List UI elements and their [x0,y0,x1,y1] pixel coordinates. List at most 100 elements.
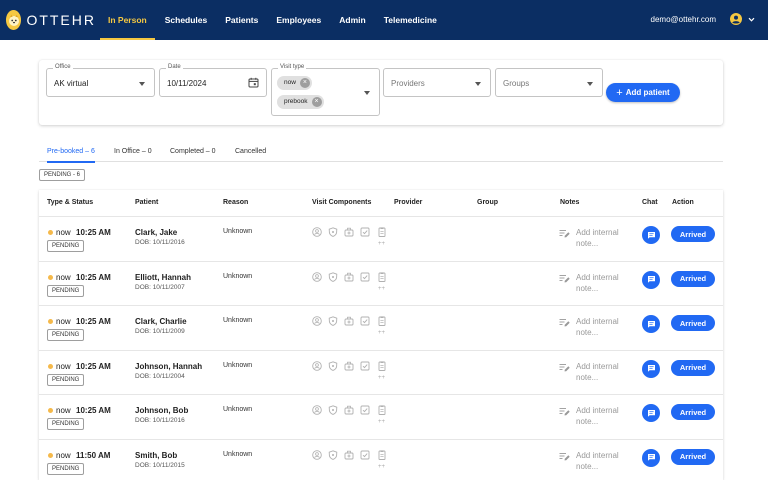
tab-in-office[interactable]: In Office – 0 [114,140,152,162]
tab-cancelled[interactable]: Cancelled [235,140,266,162]
checkbox-icon[interactable] [360,316,370,326]
internal-note-input[interactable]: Add internal note... [576,450,632,472]
chat-button[interactable] [642,270,660,289]
patient-name[interactable]: Clark, Jake [135,228,177,237]
clipboard-icon[interactable] [377,227,387,237]
clipboard-icon[interactable] [377,316,387,326]
checkbox-icon[interactable] [360,361,370,371]
edit-note-icon [559,452,570,460]
briefcase-icon[interactable] [344,272,354,282]
internal-note-input[interactable]: Add internal note... [576,272,632,294]
providers-select[interactable]: Providers [383,68,491,97]
briefcase-icon[interactable] [344,405,354,415]
appointment-time: 10:25 AM [76,361,111,371]
chat-button[interactable] [642,226,660,244]
patient-dob: DOB: 10/11/2015 [135,461,185,469]
user-check-icon[interactable] [312,316,322,326]
shield-icon[interactable] [328,227,338,237]
user-check-icon[interactable] [312,227,322,237]
nav-item-admin[interactable]: Admin [331,0,373,40]
patient-name[interactable]: Elliott, Hannah [135,273,191,282]
logo-badge-icon [6,10,22,30]
calendar-icon[interactable] [248,77,259,88]
shield-icon[interactable] [328,316,338,326]
arrived-button[interactable]: Arrived [671,404,715,420]
chat-icon [647,365,655,372]
checkbox-icon[interactable] [360,450,370,460]
shield-icon[interactable] [328,449,338,460]
arrived-button[interactable]: Arrived [671,226,715,242]
internal-note-input[interactable]: Add internal note... [576,227,632,249]
briefcase-icon[interactable] [344,227,354,237]
office-select[interactable]: Office AK virtual [46,64,155,97]
nav-item-patients[interactable]: Patients [217,0,266,40]
office-value: AK virtual [54,79,89,88]
appointments-table: Type & Status Patient Reason Visit Compo… [39,190,723,480]
patient-name[interactable]: Smith, Bob [135,451,177,460]
clipboard-icon[interactable] [377,271,387,282]
chat-button[interactable] [642,448,660,467]
table-row[interactable]: now 10:25 AM PENDING Johnson, Bob DOB: 10/11… [39,395,723,440]
tab-completed[interactable]: Completed – 0 [170,140,216,162]
checkbox-icon[interactable] [360,405,370,415]
table-row[interactable]: now 10:25 AM PENDING Clark, Charlie DOB: 10/… [39,306,723,351]
table-row[interactable]: now 10:25 AM PENDING Elliott, Hannah DOB: 10… [39,262,723,306]
briefcase-icon[interactable] [344,316,354,326]
arrived-button[interactable]: Arrived [671,448,715,465]
user-check-icon[interactable] [312,360,322,371]
internal-note-input[interactable]: Add internal note... [576,405,632,427]
chip-remove-icon[interactable]: × [299,78,310,88]
nav-item-schedules[interactable]: Schedules [157,0,216,40]
date-value: 10/11/2024 [167,79,207,88]
user-check-icon[interactable] [312,271,322,282]
user-check-icon[interactable] [312,449,322,460]
chat-button[interactable] [642,359,660,378]
patient-name[interactable]: Johnson, Bob [135,406,188,415]
patient-name[interactable]: Johnson, Hannah [135,362,202,371]
column-header-chat: Chat [642,199,658,206]
visit-type-select[interactable]: Visit type now × prebook × [271,64,380,116]
table-row[interactable]: now 10:25 AM PENDING Clark, Jake DOB: 10/11/… [39,217,723,262]
briefcase-icon[interactable] [344,361,354,371]
chevron-down-icon[interactable] [748,16,755,23]
table-row[interactable]: now 10:25 AM PENDING Johnson, Hannah DOB: 10… [39,351,723,395]
edit-note-icon [559,319,570,327]
date-field[interactable]: Date 10/11/2024 [159,64,267,97]
visit-type-chip-prebook[interactable]: prebook × [277,95,324,109]
pending-group-chip[interactable]: PENDING - 6 [39,169,86,181]
groups-select[interactable]: Groups [495,68,603,97]
checkbox-icon[interactable] [360,272,370,282]
edit-note-icon [559,274,570,282]
user-check-icon[interactable] [312,405,322,415]
shield-icon[interactable] [328,271,338,282]
internal-note-input[interactable]: Add internal note... [576,361,632,383]
arrived-button[interactable]: Arrived [671,359,715,376]
status-dot-icon [48,274,53,280]
table-row[interactable]: now 11:50 AM PENDING Smith, Bob DOB: 10/11/2… [39,440,723,480]
shield-icon[interactable] [328,360,338,371]
patient-name[interactable]: Clark, Charlie [135,317,187,326]
checkbox-icon[interactable] [360,227,370,237]
nav-item-in-person[interactable]: In Person [100,0,155,40]
clipboard-icon[interactable] [377,360,387,371]
nav-item-employees[interactable]: Employees [268,0,329,40]
nav-item-telemedicine[interactable]: Telemedicine [376,0,445,40]
internal-note-input[interactable]: Add internal note... [576,316,632,338]
groups-placeholder: Groups [503,79,530,88]
shield-icon[interactable] [328,405,338,415]
chat-button[interactable] [642,404,660,422]
chat-button[interactable] [642,315,660,333]
add-patient-button[interactable]: + Add patient [606,83,680,102]
clipboard-icon[interactable] [377,449,387,460]
status-dot-icon [48,230,53,235]
account-circle-icon[interactable] [730,13,742,25]
arrived-button[interactable]: Arrived [671,315,715,331]
briefcase-icon[interactable] [344,450,354,460]
app-logo[interactable]: OTTEHR [6,10,96,30]
tab-pre-booked[interactable]: Pre-booked – 6 [47,140,95,163]
chip-remove-icon[interactable]: × [311,97,322,107]
clipboard-icon[interactable] [377,405,387,415]
filter-panel: Office AK virtual Date 10/11/2024 Visit … [39,60,723,125]
arrived-button[interactable]: Arrived [671,270,715,287]
visit-type-chip-now[interactable]: now × [277,76,312,90]
